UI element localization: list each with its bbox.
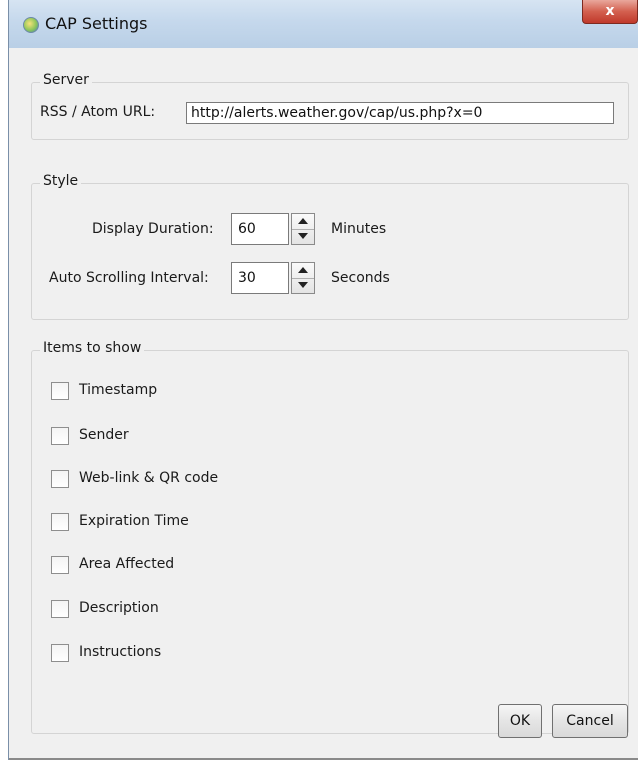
dialog-body: Server RSS / Atom URL: Style Display Dur… [9,48,638,760]
server-group-label: Server [40,72,92,88]
display-duration-down-arrow-icon[interactable] [292,229,314,244]
display-duration-spin-buttons [291,213,315,245]
items-group: Items to show [31,340,629,734]
style-group-label: Style [40,173,82,189]
rss-url-label: RSS / Atom URL: [40,104,156,120]
timestamp-label: Timestamp [79,382,158,398]
title-bar[interactable]: CAP Settings x [9,0,638,49]
expiration-time-checkbox[interactable] [51,513,69,531]
cap-settings-window: CAP Settings x Server RSS / Atom URL: St… [8,0,638,760]
sender-checkbox[interactable] [51,427,69,445]
cancel-button[interactable]: Cancel [552,704,628,738]
style-group: Style Display Duration: Minutes Auto Scr… [31,173,629,320]
area-affected-checkbox[interactable] [51,556,69,574]
window-title: CAP Settings [45,14,148,33]
auto-scroll-label: Auto Scrolling Interval: [49,270,209,286]
expiration-time-label: Expiration Time [79,513,189,529]
web-link-qr-checkbox[interactable] [51,470,69,488]
auto-scroll-down-arrow-icon[interactable] [292,278,314,293]
auto-scroll-spin-buttons [291,262,315,294]
display-duration-label: Display Duration: [92,221,214,237]
description-checkbox[interactable] [51,600,69,618]
server-group: Server RSS / Atom URL: [31,72,629,140]
display-duration-unit: Minutes [331,221,387,237]
auto-scroll-input[interactable] [231,262,289,294]
display-duration-input[interactable] [231,213,289,245]
auto-scroll-unit: Seconds [331,270,390,286]
description-label: Description [79,600,159,616]
display-duration-spinner [231,213,317,245]
items-group-label: Items to show [40,340,145,356]
area-affected-label: Area Affected [79,556,175,572]
app-globe-icon [23,17,39,33]
auto-scroll-up-arrow-icon[interactable] [292,263,314,279]
display-duration-up-arrow-icon[interactable] [292,214,314,230]
timestamp-checkbox[interactable] [51,382,69,400]
instructions-checkbox[interactable] [51,644,69,662]
auto-scroll-spinner [231,262,317,294]
instructions-label: Instructions [79,644,162,660]
close-button[interactable]: x [582,0,638,24]
sender-label: Sender [79,427,129,443]
rss-url-input[interactable] [186,102,614,124]
ok-button[interactable]: OK [498,704,542,738]
web-link-qr-label: Web-link & QR code [79,470,219,486]
